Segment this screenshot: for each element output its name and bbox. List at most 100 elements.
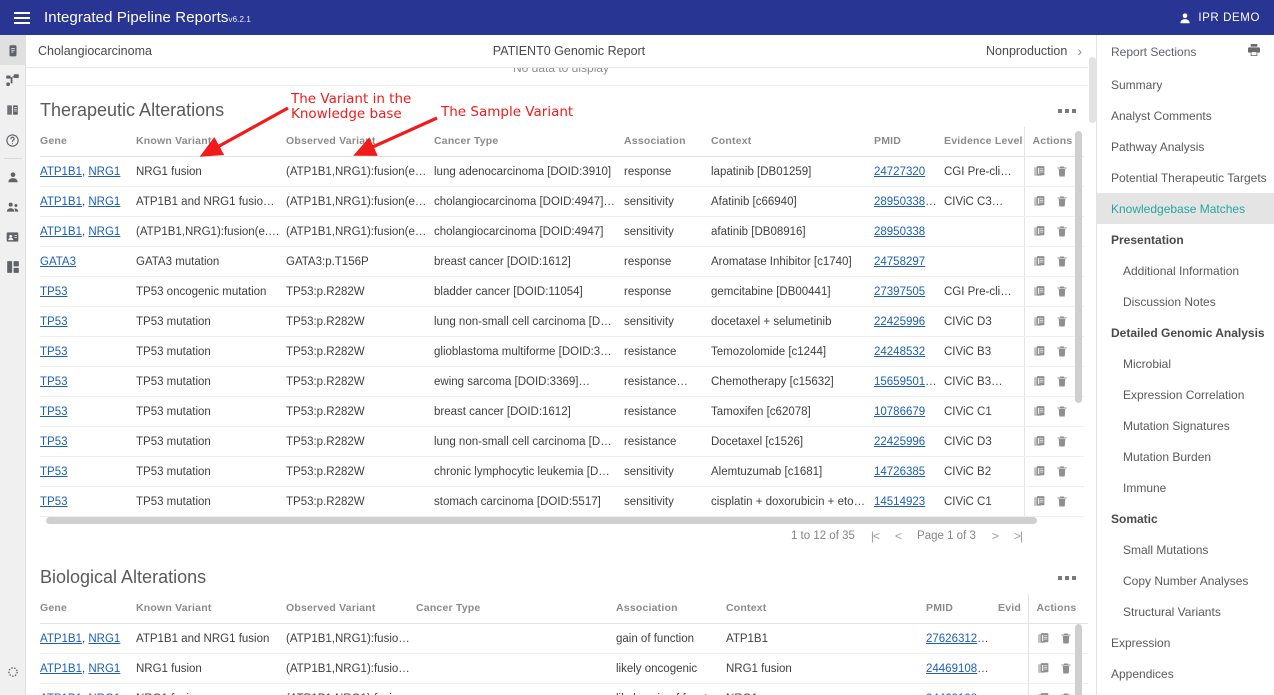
trash-icon[interactable]: [1060, 632, 1072, 645]
trash-icon[interactable]: [1060, 662, 1072, 675]
biological-more-horizontal-icon[interactable]: [1052, 570, 1082, 586]
user-menu[interactable]: IPR DEMO: [1178, 11, 1274, 25]
report-section-item-appendices[interactable]: Appendices: [1097, 658, 1274, 689]
pmid-link[interactable]: 14726385: [874, 466, 925, 478]
report-section-item-structural-variants[interactable]: Structural Variants: [1097, 596, 1274, 627]
pmid-link[interactable]: 15659501: [874, 376, 925, 388]
page-scrollbar[interactable]: [1088, 35, 1096, 695]
gene-link[interactable]: NRG1: [88, 166, 120, 178]
report-section-item-detailed-genomic-analysis[interactable]: Detailed Genomic Analysis: [1097, 317, 1274, 348]
table-row[interactable]: TP53 TP53 mutation TP53:p.R282W chronic lym…: [40, 456, 1084, 487]
report-section-item-expression-correlation[interactable]: Expression Correlation: [1097, 379, 1274, 410]
gene-link[interactable]: ATP1B1: [40, 196, 82, 208]
table-row[interactable]: TP53 TP53 mutation TP53:p.R282W lung non-sm…: [40, 306, 1084, 337]
pmid-link[interactable]: 24248532: [874, 346, 925, 358]
rail-item-pipeline[interactable]: [0, 65, 26, 95]
gene-link[interactable]: NRG1: [88, 663, 120, 675]
therapeutic-column-header-context[interactable]: Context: [711, 127, 874, 157]
gene-link[interactable]: NRG1: [88, 633, 120, 645]
trash-icon[interactable]: [1056, 405, 1068, 418]
pmid-link[interactable]: 28950338: [874, 226, 925, 238]
report-section-item-expression[interactable]: Expression: [1097, 627, 1274, 658]
gene-link[interactable]: TP53: [40, 466, 68, 478]
report-section-item-knowledgebase-matches[interactable]: Knowledgebase Matches: [1097, 193, 1274, 224]
copy-icon[interactable]: [1033, 195, 1046, 208]
pmid-link[interactable]: 22425996: [874, 316, 925, 328]
report-section-item-analyst-comments[interactable]: Analyst Comments: [1097, 100, 1274, 131]
pmid-link[interactable]: 22425996: [874, 436, 925, 448]
report-section-item-microbial[interactable]: Microbial: [1097, 348, 1274, 379]
therapeutic-column-header-gene[interactable]: Gene: [40, 127, 136, 157]
trash-icon[interactable]: [1056, 195, 1068, 208]
report-section-item-presentation[interactable]: Presentation: [1097, 224, 1274, 255]
copy-icon[interactable]: [1037, 662, 1050, 675]
gene-link[interactable]: TP53: [40, 406, 68, 418]
table-row[interactable]: TP53 TP53 mutation TP53:p.R282W lung non-sm…: [40, 426, 1084, 457]
rail-item-group[interactable]: [0, 192, 26, 222]
biological-column-header-gene[interactable]: Gene: [40, 594, 136, 624]
therapeutic-column-header-observed-variant[interactable]: Observed Variant: [286, 127, 434, 157]
biological-column-header-observed-variant[interactable]: Observed Variant: [286, 594, 416, 624]
trash-icon[interactable]: [1056, 285, 1068, 298]
pmid-link[interactable]: 27397505: [874, 286, 925, 298]
report-section-item-pathway-analysis[interactable]: Pathway Analysis: [1097, 131, 1274, 162]
trash-icon[interactable]: [1056, 495, 1068, 508]
chevron-right-icon[interactable]: ›: [1077, 43, 1082, 59]
therapeutic-column-header-evidence-level[interactable]: Evidence Level: [944, 127, 1024, 157]
report-section-item-discussion-notes[interactable]: Discussion Notes: [1097, 286, 1274, 317]
pager-first-button[interactable]: |<: [871, 529, 880, 543]
gene-link[interactable]: ATP1B1: [40, 166, 82, 178]
pmid-link[interactable]: 24727320: [874, 166, 925, 178]
copy-icon[interactable]: [1033, 405, 1046, 418]
report-section-item-summary[interactable]: Summary: [1097, 69, 1274, 100]
table-row[interactable]: TP53 TP53 oncogenic mutation TP53:p.R282W b…: [40, 276, 1084, 307]
therapeutic-column-header-pmid[interactable]: PMID: [874, 127, 944, 157]
report-section-item-somatic[interactable]: Somatic: [1097, 503, 1274, 534]
rail-item-book[interactable]: [0, 95, 26, 125]
gene-link[interactable]: TP53: [40, 376, 68, 388]
biological-vertical-scrollbar[interactable]: [1075, 624, 1082, 695]
biological-column-header-context[interactable]: Context: [726, 594, 926, 624]
copy-icon[interactable]: [1033, 225, 1046, 238]
copy-icon[interactable]: [1033, 315, 1046, 328]
therapeutic-more-horizontal-icon[interactable]: [1052, 103, 1082, 119]
report-section-item-immune[interactable]: Immune: [1097, 472, 1274, 503]
copy-icon[interactable]: [1033, 495, 1046, 508]
table-row[interactable]: TP53 TP53 mutation TP53:p.R282W ewing sarco…: [40, 366, 1084, 397]
biological-column-header-cancer-type[interactable]: Cancer Type: [416, 594, 616, 624]
rail-item-dashboard[interactable]: [0, 252, 26, 282]
pmid-link[interactable]: 24758297: [874, 256, 925, 268]
report-section-item-small-mutations[interactable]: Small Mutations: [1097, 534, 1274, 565]
copy-icon[interactable]: [1033, 285, 1046, 298]
copy-icon[interactable]: [1033, 165, 1046, 178]
trash-icon[interactable]: [1056, 165, 1068, 178]
rail-item-help[interactable]: [0, 125, 26, 155]
table-row[interactable]: GATA3 GATA3 mutation GATA3:p.T156P breast c…: [40, 246, 1084, 277]
table-row[interactable]: ATP1B1, NRG1NRG1 fusion(ATP1B1,NRG1):fus…: [40, 653, 1088, 684]
pager-next-button[interactable]: >: [992, 529, 999, 543]
therapeutic-horizontal-scrollbar[interactable]: [46, 517, 1037, 524]
breadcrumb-disease[interactable]: Cholangiocarcinoma: [38, 44, 152, 58]
report-section-item-mutation-signatures[interactable]: Mutation Signatures: [1097, 410, 1274, 441]
rail-item-settings-gear[interactable]: [0, 657, 26, 687]
hamburger-icon[interactable]: [0, 11, 44, 24]
copy-icon[interactable]: [1033, 435, 1046, 448]
table-row[interactable]: TP53 TP53 mutation TP53:p.R282W breast canc…: [40, 396, 1084, 427]
table-row[interactable]: ATP1B1, NRG1NRG1 fusion(ATP1B1,NRG1):fus…: [40, 683, 1088, 695]
rail-item-contact-card[interactable]: [0, 222, 26, 252]
trash-icon[interactable]: [1056, 315, 1068, 328]
pmid-link[interactable]: 14514923: [874, 496, 925, 508]
pmid-link[interactable]: 28950338: [874, 196, 925, 208]
therapeutic-column-header-known-variant[interactable]: Known Variant: [136, 127, 286, 157]
report-section-item-settings[interactable]: Settings: [1097, 689, 1274, 695]
gene-link[interactable]: TP53: [40, 286, 68, 298]
gene-link[interactable]: NRG1: [88, 226, 120, 238]
biological-column-header-known-variant[interactable]: Known Variant: [136, 594, 286, 624]
copy-icon[interactable]: [1033, 255, 1046, 268]
gene-link[interactable]: NRG1: [88, 196, 120, 208]
copy-icon[interactable]: [1033, 345, 1046, 358]
therapeutic-column-header-association[interactable]: Association: [624, 127, 711, 157]
gene-link[interactable]: TP53: [40, 346, 68, 358]
breadcrumb-env[interactable]: Nonproduction ›: [986, 43, 1082, 59]
gene-link[interactable]: TP53: [40, 316, 68, 328]
